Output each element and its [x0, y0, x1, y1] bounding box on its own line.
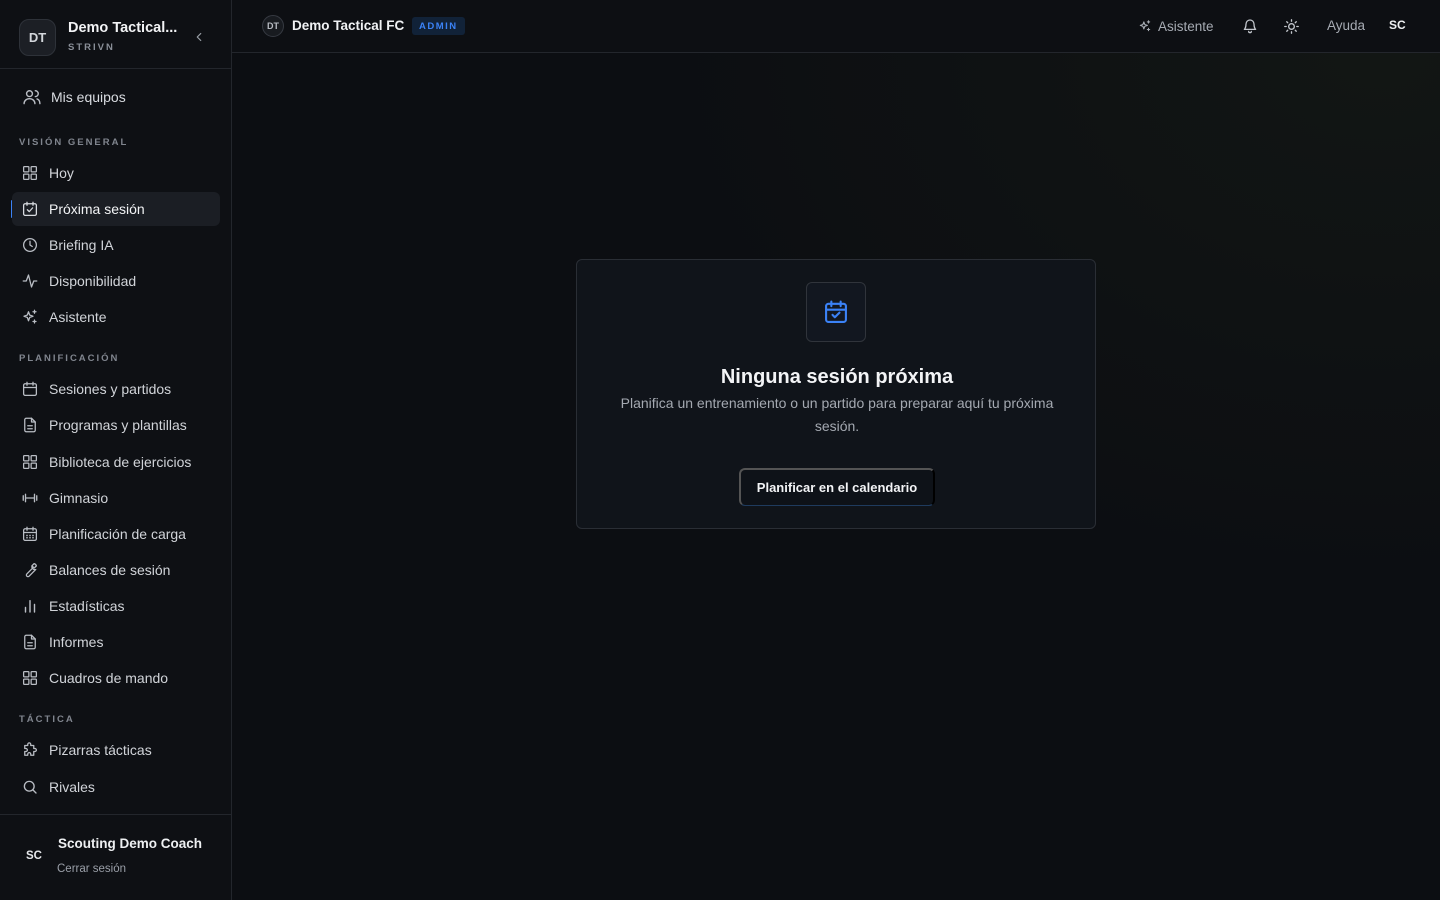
- sidebar-item-label: Programas y plantillas: [49, 417, 187, 433]
- document-icon: [24, 634, 36, 650]
- sidebar-item-label: Balances de sesión: [49, 562, 171, 578]
- calendar-icon: [22, 381, 38, 397]
- sidebar-item-next-session[interactable]: Próxima sesión: [12, 192, 220, 226]
- section-overview: VISIÓN GENERAL: [19, 137, 129, 148]
- sidebar-item-label: Hoy: [49, 165, 74, 181]
- sidebar-item-tactical-boards[interactable]: Pizarras tácticas: [12, 733, 220, 767]
- team-avatar[interactable]: DT: [262, 15, 284, 37]
- section-planning: PLANIFICACIÓN: [19, 353, 120, 364]
- user-avatar[interactable]: SC: [19, 841, 49, 871]
- top-bar: DT Demo Tactical FC ADMIN Asistente Ayud…: [232, 0, 1440, 53]
- grid-icon: [22, 165, 38, 181]
- sidebar-item-label: Asistente: [49, 309, 107, 325]
- sun-icon: [1283, 18, 1299, 34]
- plan-in-calendar-button[interactable]: Planificar en el calendario: [739, 468, 935, 506]
- empty-state-title: Ninguna sesión próxima: [720, 366, 954, 388]
- clock-icon: [22, 237, 38, 253]
- collapse-sidebar-button[interactable]: [192, 30, 206, 44]
- my-teams-label: Mis equipos: [51, 89, 126, 105]
- user-menu-button[interactable]: SC: [1389, 18, 1406, 32]
- sidebar-item-label: Pizarras tácticas: [49, 742, 152, 758]
- sidebar-item-sessions-matches[interactable]: Sesiones y partidos: [12, 372, 220, 406]
- help-link[interactable]: Ayuda: [1327, 18, 1365, 33]
- sidebar-item-exercise-library[interactable]: Biblioteca de ejercicios: [12, 445, 220, 479]
- notifications-button[interactable]: [1240, 16, 1260, 36]
- assistant-button[interactable]: Asistente: [1138, 15, 1214, 37]
- sidebar-item-label: Estadísticas: [49, 598, 125, 614]
- sidebar-item-label: Planificación de carga: [49, 526, 186, 542]
- calendar-check-icon: [22, 201, 38, 217]
- theme-toggle-button[interactable]: [1281, 16, 1301, 36]
- calendar-grid-icon: [22, 526, 38, 542]
- sidebar-item-today[interactable]: Hoy: [12, 156, 220, 190]
- empty-state-icon-box: [806, 282, 866, 342]
- sidebar-item-availability[interactable]: Disponibilidad: [12, 264, 220, 298]
- grid-icon: [22, 670, 38, 686]
- empty-state-description: Planifica un entrenamiento o un partido …: [620, 395, 1054, 434]
- sidebar-item-label: Disponibilidad: [49, 273, 137, 289]
- search-icon: [23, 780, 37, 794]
- sidebar-item-session-balances[interactable]: Balances de sesión: [12, 553, 220, 587]
- document-icon: [24, 417, 36, 433]
- sidebar-item-reports[interactable]: Informes: [12, 625, 220, 659]
- role-badge: ADMIN: [412, 17, 465, 35]
- chevron-left-icon: [196, 32, 202, 42]
- sidebar-item-assistant[interactable]: Asistente: [12, 300, 220, 334]
- assistant-label: Asistente: [1158, 18, 1214, 34]
- users-icon: [23, 90, 41, 105]
- sidebar-item-label: Rivales: [49, 779, 95, 795]
- sidebar-footer: SC Scouting Demo Coach Cerrar sesión: [0, 814, 231, 900]
- sparkles-icon: [1139, 20, 1151, 32]
- sidebar-item-gym[interactable]: Gimnasio: [12, 481, 220, 515]
- empty-state-card: Ninguna sesión próxima Planifica un entr…: [576, 259, 1096, 529]
- sidebar-item-label: Cuadros de mando: [49, 670, 169, 686]
- puzzle-icon: [24, 742, 37, 756]
- sidebar-item-label: Informes: [49, 634, 104, 650]
- sidebar-item-label: Próxima sesión: [49, 201, 145, 217]
- sparkles-icon: [23, 309, 37, 324]
- sidebar-item-dashboards[interactable]: Cuadros de mando: [12, 661, 220, 695]
- my-teams-link[interactable]: Mis equipos: [12, 82, 220, 112]
- dumbbell-icon: [22, 493, 38, 503]
- section-tactics: TÁCTICA: [19, 714, 75, 725]
- user-name: Scouting Demo Coach: [58, 836, 203, 851]
- org-subtitle: STRIVN: [68, 42, 115, 53]
- sidebar-item-label: Gimnasio: [49, 490, 109, 506]
- bar-chart-icon: [24, 600, 36, 613]
- sidebar-item-label: Briefing IA: [49, 237, 114, 253]
- sidebar-item-statistics[interactable]: Estadísticas: [12, 589, 220, 623]
- sidebar-item-rivals[interactable]: Rivales: [12, 770, 220, 804]
- activity-icon: [22, 274, 38, 288]
- calendar-check-icon: [825, 300, 847, 323]
- sidebar: DT Demo Tactical... STRIVN Mis equipos V…: [0, 0, 232, 900]
- sidebar-item-label: Sesiones y partidos: [49, 381, 172, 397]
- wrench-icon: [25, 562, 38, 578]
- org-avatar[interactable]: DT: [19, 19, 56, 56]
- org-title[interactable]: Demo Tactical...: [68, 20, 177, 36]
- sidebar-item-ai-briefing[interactable]: Briefing IA: [12, 228, 220, 262]
- sidebar-item-label: Biblioteca de ejercicios: [49, 454, 192, 470]
- sidebar-item-programs-templates[interactable]: Programas y plantillas: [12, 408, 220, 442]
- logout-link[interactable]: Cerrar sesión: [57, 863, 126, 875]
- team-name[interactable]: Demo Tactical FC: [292, 18, 404, 33]
- sidebar-item-load-planning[interactable]: Planificación de carga: [12, 517, 220, 551]
- bell-icon: [1243, 19, 1257, 34]
- grid-icon: [22, 454, 38, 470]
- sidebar-header: DT Demo Tactical... STRIVN: [0, 0, 231, 69]
